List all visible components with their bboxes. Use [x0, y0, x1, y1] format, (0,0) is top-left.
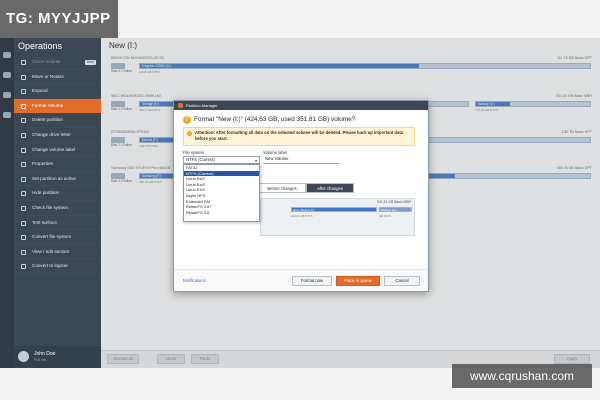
sidebar-item-label: Hide partition: [32, 190, 60, 196]
user-name: John Doe: [34, 351, 56, 357]
operation-icon: [21, 220, 26, 226]
operation-icon: [21, 191, 26, 197]
operation-icon: [21, 264, 26, 270]
operation-icon: [21, 235, 26, 241]
sidebar-item-label: Convert file system: [32, 234, 72, 240]
sidebar-item-view-edit-sectors[interactable]: View / edit sectors: [14, 245, 101, 260]
place-in-queue-button[interactable]: Place in queue: [336, 276, 380, 286]
operation-icon: [21, 89, 26, 95]
operation-icon: [21, 147, 26, 153]
watermark-top-left: TG: MYYJJPP: [0, 0, 118, 38]
sidebar-item-convert-to-logical[interactable]: Convert to logical: [14, 259, 101, 274]
sidebar-item-label: Expand: [32, 88, 48, 94]
alert-icon: [187, 131, 192, 136]
sidebar-item-label: Change volume label: [32, 146, 76, 152]
sidebar-item-label: Properties: [32, 161, 53, 167]
sidebar-item-hide-partition[interactable]: Hide partition: [14, 186, 101, 201]
file-system-select[interactable]: NTFS (Current) ▾: [183, 156, 260, 164]
avatar: [18, 351, 29, 362]
sidebar-item-label: View / edit sectors: [32, 248, 70, 254]
format-now-button[interactable]: Format now: [292, 276, 332, 286]
file-system-label: File system: [183, 150, 205, 155]
sidebar-item-expand[interactable]: Expand: [14, 84, 101, 99]
preview-bar2-sub: GB NTFS: [379, 214, 392, 218]
app-window: Operations Clone Volume Beta Move or Resiz…: [0, 0, 600, 400]
volume-label-input[interactable]: New Volume: [263, 156, 339, 164]
sidebar-item-change-volume-label[interactable]: Change volume label: [14, 143, 101, 158]
app-logo-icon: [178, 103, 183, 108]
sidebar-item-test-surface[interactable]: Test surface: [14, 216, 101, 231]
warning-box: Attention! After formatting all data on …: [183, 127, 415, 146]
sidebar-item-move-or-resize[interactable]: Move or Resize: [14, 70, 101, 85]
dialog-titlebar: Partition Manager: [174, 101, 428, 110]
notifications-link[interactable]: Notifications: [183, 278, 206, 283]
sidebar-item-label: Set partition as active: [32, 175, 76, 181]
preview-bar2-label: Backup (G:): [381, 208, 398, 212]
sidebar-item-format-volume[interactable]: Format Volume: [14, 98, 101, 114]
operation-icon: [21, 118, 26, 124]
preview-bar-backup[interactable]: Backup (G:): [379, 207, 412, 212]
tab-before-changes[interactable]: Before changes: [258, 183, 306, 193]
sidebar-title: Operations: [18, 41, 63, 51]
sidebar-item-clone-volume[interactable]: Clone Volume Beta: [14, 55, 101, 70]
operation-icon: [21, 103, 26, 109]
preview-bar1-label: New Volume (I:): [293, 208, 315, 212]
sidebar-item-label: Convert to logical: [32, 263, 68, 269]
sidebar-item-delete-partition[interactable]: Delete partition: [14, 113, 101, 128]
preview-disk-size: 931,51 GB Basic MBR: [377, 200, 411, 204]
history-icon[interactable]: [3, 72, 11, 78]
sidebar-item-set-partition-as-active[interactable]: Set partition as active: [14, 172, 101, 187]
beta-badge: Beta: [85, 60, 96, 65]
operation-icon: [21, 132, 26, 138]
cancel-button[interactable]: Cancel: [384, 276, 420, 286]
sidebar-item-label: Check file system: [32, 204, 68, 210]
file-system-dropdown: FAT32 NTFS (Current) Linux Ext2 Linux Ext3 L…: [183, 164, 260, 222]
operation-icon: [21, 74, 26, 80]
watermark-bottom-right: www.cqrushan.com: [452, 364, 592, 388]
dialog-heading: Format "New (I:)" (424,63 GB, used 351,8…: [194, 116, 356, 123]
sidebar-item-check-file-system[interactable]: Check file system: [14, 201, 101, 216]
settings-icon[interactable]: [3, 92, 11, 98]
preview-bar-new-volume[interactable]: New Volume (I:): [291, 207, 377, 212]
preview-bar1-sub: 424,63 GB NTFS: [291, 214, 313, 218]
sidebar-item-label: Format Volume: [32, 102, 64, 108]
operation-icon: [21, 205, 26, 211]
sidebar-item-label: Clone Volume: [32, 59, 61, 64]
operation-icon: [21, 60, 26, 65]
warning-text: Attention! After formatting all data on …: [195, 130, 404, 141]
dialog-footer: Notifications Format now Place in queue …: [174, 269, 428, 291]
tab-after-changes[interactable]: After changes: [306, 183, 354, 193]
dropdown-option[interactable]: ReiserFS 3.6: [184, 210, 259, 216]
sidebar-item-label: Change drive letter: [32, 131, 71, 137]
dialog-window-title: Partition Manager: [186, 103, 218, 108]
undo-icon[interactable]: [3, 52, 11, 58]
sidebar-item-change-drive-letter[interactable]: Change drive letter: [14, 128, 101, 143]
sidebar-item-label: Delete partition: [32, 117, 63, 123]
operation-icon: [21, 176, 26, 182]
disk-preview: 931,51 GB Basic MBR New Volume (I:) 424,…: [260, 198, 415, 236]
sidebar-item-label: Move or Resize: [32, 73, 64, 79]
sidebar-item-label: Test surface: [32, 219, 57, 225]
operations-sidebar: Operations Clone Volume Beta Move or Resiz…: [14, 38, 101, 368]
sidebar-item-convert-file-system[interactable]: Convert file system: [14, 230, 101, 245]
volume-label-label: Volume label: [263, 150, 287, 155]
user-status: Full ver.: [34, 358, 48, 362]
warning-icon: !: [183, 116, 191, 124]
user-panel[interactable]: John Doe Full ver.: [14, 346, 101, 368]
sidebar-item-properties[interactable]: Properties: [14, 157, 101, 172]
format-dialog: Partition Manager ! Format "New (I:)" (4…: [173, 100, 429, 292]
file-system-value: NTFS (Current): [186, 157, 215, 162]
icon-strip: [0, 38, 14, 368]
disk-icon[interactable]: [3, 112, 11, 118]
operation-icon: [21, 249, 26, 255]
operation-icon: [21, 162, 26, 168]
